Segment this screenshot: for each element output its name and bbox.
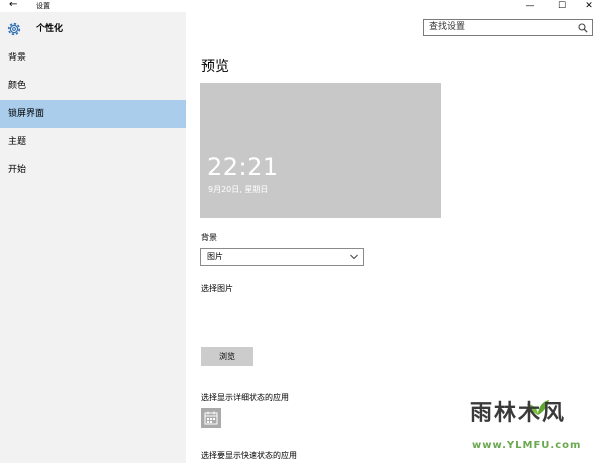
- minimize-button[interactable]: —: [516, 0, 544, 12]
- calendar-icon: [204, 411, 218, 425]
- watermark-name: 雨林木风: [470, 401, 567, 426]
- background-label: 背景: [201, 233, 217, 242]
- sidebar-item-lock-screen[interactable]: 锁屏界面: [0, 100, 186, 128]
- back-arrow-icon[interactable]: ←: [9, 0, 17, 11]
- title-bar: ← 设置 — ☐ ✕: [0, 0, 600, 12]
- sidebar-header[interactable]: 个性化: [0, 18, 186, 40]
- preview-time: 22:21: [207, 153, 279, 181]
- sidebar-header-label: 个性化: [36, 24, 64, 34]
- browse-button[interactable]: 浏览: [201, 347, 253, 366]
- quick-status-label: 选择要显示快速状态的应用: [201, 451, 297, 460]
- choose-picture-label: 选择图片: [201, 284, 233, 293]
- background-dropdown[interactable]: 图片: [200, 248, 364, 266]
- sidebar-item-themes[interactable]: 主题: [0, 128, 186, 156]
- preview-date: 9月20日, 星期日: [208, 185, 269, 194]
- watermark-logo: 雨林木风 www.YLMFU.com: [462, 396, 594, 458]
- sidebar: 个性化 背景 颜色 锁屏界面 主题 开始: [0, 12, 186, 463]
- page-title: 预览: [201, 59, 229, 75]
- watermark-url: www.YLMFU.com: [472, 440, 582, 451]
- sidebar-item-background[interactable]: 背景: [0, 44, 186, 72]
- close-button[interactable]: ✕: [575, 0, 600, 12]
- window-title: 设置: [36, 2, 50, 10]
- detailed-status-label: 选择显示详细状态的应用: [201, 393, 289, 402]
- detailed-status-app-button[interactable]: [201, 408, 221, 428]
- gear-icon: [7, 22, 21, 36]
- lock-screen-preview: 22:21 9月20日, 星期日: [200, 83, 441, 218]
- sidebar-item-colors[interactable]: 颜色: [0, 72, 186, 100]
- sidebar-item-start[interactable]: 开始: [0, 156, 186, 184]
- chevron-down-icon: [350, 254, 358, 260]
- background-dropdown-value: 图片: [207, 252, 223, 261]
- maximize-button[interactable]: ☐: [548, 0, 576, 12]
